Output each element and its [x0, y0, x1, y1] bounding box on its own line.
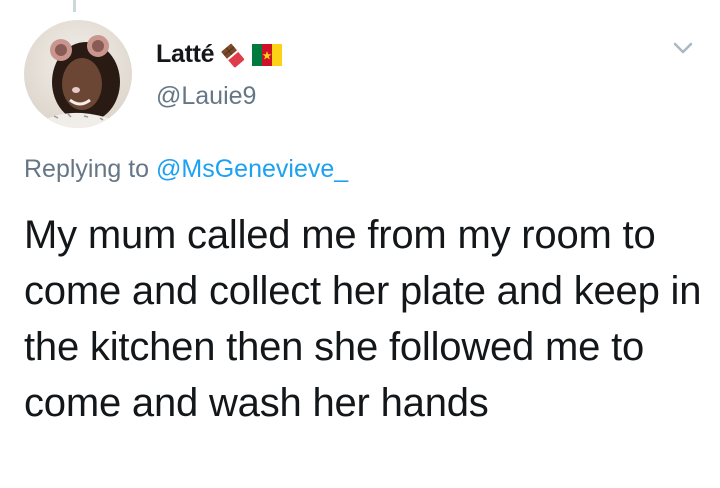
display-name[interactable]: Latté: [156, 40, 215, 69]
replying-to-label: Replying to: [24, 155, 157, 183]
avatar-photo: [24, 20, 132, 128]
avatar[interactable]: [24, 20, 132, 128]
cameroon-flag-icon: [252, 43, 283, 66]
thread-connector-line: [73, 0, 76, 12]
user-handle[interactable]: @Lauie9: [156, 82, 256, 111]
tweet-text: My mum called me from my room to come an…: [24, 213, 702, 425]
name-row: Latté: [156, 40, 283, 69]
chevron-down-icon[interactable]: [672, 40, 694, 56]
replying-to-line: Replying to @MsGenevieve_: [24, 155, 348, 184]
chocolate-bar-icon: [221, 42, 245, 67]
replying-to-mention-link[interactable]: @MsGenevieve_: [156, 155, 348, 183]
